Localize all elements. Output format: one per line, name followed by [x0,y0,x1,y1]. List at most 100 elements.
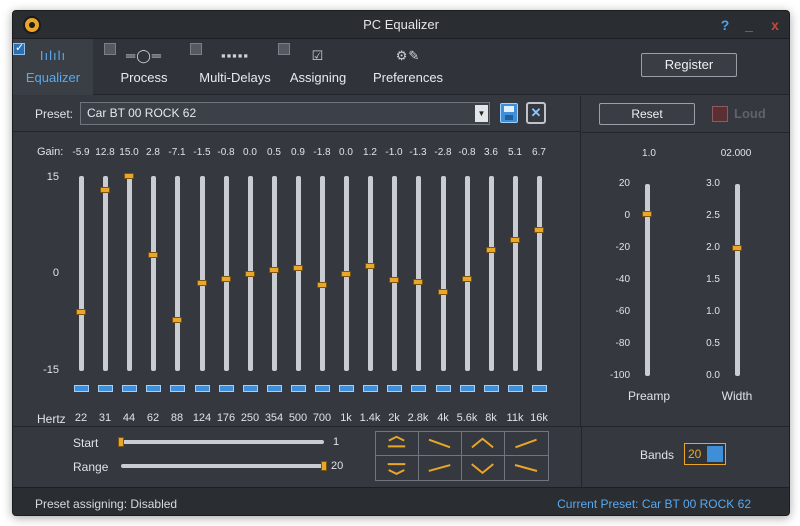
width-slider[interactable] [735,184,740,376]
multi-delays-icon: ▪▪▪▪▪ [220,48,250,63]
band-slider-track[interactable] [127,176,132,371]
start-slider-handle[interactable] [118,437,124,447]
band-slider-track[interactable] [296,176,301,371]
band-slider-handle[interactable] [341,271,351,277]
band-slider-handle[interactable] [148,252,158,258]
band-toggle-button[interactable] [387,385,402,392]
preamp-slider-handle[interactable] [642,211,652,217]
help-button[interactable]: ? [715,15,735,35]
band-slider-track[interactable] [175,176,180,371]
tab-preferences[interactable]: ⚙✎ Preferences [365,39,451,95]
band-slider-handle[interactable] [486,247,496,253]
band-slider-track[interactable] [489,176,494,371]
band-slider-handle[interactable] [197,280,207,286]
band-slider-handle[interactable] [462,276,472,282]
band-slider-track[interactable] [465,176,470,371]
band-toggle-button[interactable] [339,385,354,392]
tilt-up-icon[interactable] [505,432,548,456]
band-slider-handle[interactable] [293,265,303,271]
band-slider-handle[interactable] [221,276,231,282]
gain-value: -2.8 [434,147,452,158]
band-slider-track[interactable] [537,176,542,371]
close-button[interactable]: x [765,15,785,35]
frequency-label: 250 [240,412,260,424]
band-slider-handle[interactable] [245,271,255,277]
preset-dropdown[interactable]: Car BT 00 ROCK 62 ▼ [80,102,490,125]
tab-equalizer[interactable]: Iılılı Equalizer [13,39,93,95]
band-slider-handle[interactable] [317,282,327,288]
band-slider-track[interactable] [368,176,373,371]
start-slider[interactable] [121,440,324,444]
register-button[interactable]: Register [641,53,737,77]
peak-curve-icon[interactable] [462,432,505,456]
band-slider-handle[interactable] [269,267,279,273]
bands-spinner[interactable]: 20 [684,443,726,465]
save-icon[interactable] [500,103,518,123]
band-slider-handle[interactable] [365,263,375,269]
reset-button[interactable]: Reset [599,103,695,125]
band-toggle-button[interactable] [460,385,475,392]
band-toggle-button[interactable] [219,385,234,392]
band-slider-track[interactable] [513,176,518,371]
range-slider-handle[interactable] [321,461,327,471]
gain-scale-min: -15 [43,364,59,376]
band-slider-handle[interactable] [100,187,110,193]
loud-checkbox[interactable] [712,106,728,122]
band-toggle-button[interactable] [363,385,378,392]
width-slider-handle[interactable] [732,245,742,251]
gain-value: 1.2 [363,147,377,158]
band-toggle-button[interactable] [436,385,451,392]
band-slider-track[interactable] [103,176,108,371]
band-slider-track[interactable] [272,176,277,371]
band-slider-handle[interactable] [76,309,86,315]
band-slider-handle[interactable] [124,173,134,179]
slope-up-icon[interactable] [419,456,462,480]
boost-shift-down-icon[interactable] [376,456,419,480]
band-toggle-button[interactable] [122,385,137,392]
band-toggle-button[interactable] [98,385,113,392]
gain-value: 2.8 [146,147,160,158]
chevron-down-icon[interactable]: ▼ [475,105,488,122]
band-slider-handle[interactable] [172,317,182,323]
band-toggle-button[interactable] [315,385,330,392]
minimize-button[interactable]: _ [739,15,759,35]
band-toggle-button[interactable] [484,385,499,392]
band-toggle-button[interactable] [195,385,210,392]
band-slider-handle[interactable] [438,289,448,295]
band-slider-track[interactable] [200,176,205,371]
band-slider-handle[interactable] [510,237,520,243]
band-toggle-button[interactable] [411,385,426,392]
band-slider-track[interactable] [79,176,84,371]
band-slider-track[interactable] [224,176,229,371]
tab-multi-delays[interactable]: ▪▪▪▪▪ Multi-Delays [190,39,280,95]
band-toggle-button[interactable] [146,385,161,392]
tilt-down-icon[interactable] [419,432,462,456]
delete-icon[interactable]: ✕ [526,102,546,124]
tab-assigning[interactable]: ☑ Assigning [278,39,358,95]
band-slider-track[interactable] [392,176,397,371]
gain-value: -1.8 [313,147,331,158]
tab-process[interactable]: ═◯═ Process [104,39,184,95]
frequency-label: 5.6k [456,412,478,424]
dip-curve-icon[interactable] [462,456,505,480]
slope-down-icon[interactable] [505,456,548,480]
width-scale-label: 0.0 [706,370,720,381]
band-slider-track[interactable] [320,176,325,371]
boost-shift-up-icon[interactable] [376,432,419,456]
band-slider-track[interactable] [441,176,446,371]
bands-spinner-button[interactable] [707,446,723,462]
band-toggle-button[interactable] [291,385,306,392]
band-toggle-button[interactable] [508,385,523,392]
band-slider-handle[interactable] [534,227,544,233]
band-toggle-button[interactable] [170,385,185,392]
width-scale-label: 1.5 [706,274,720,285]
band-toggle-button[interactable] [243,385,258,392]
band-toggle-button[interactable] [267,385,282,392]
band-toggle-button[interactable] [74,385,89,392]
band-slider-handle[interactable] [413,279,423,285]
band-slider-handle[interactable] [389,277,399,283]
band-toggle-button[interactable] [532,385,547,392]
band-slider-track[interactable] [416,176,421,371]
band-slider-track[interactable] [151,176,156,371]
range-slider[interactable] [121,464,324,468]
